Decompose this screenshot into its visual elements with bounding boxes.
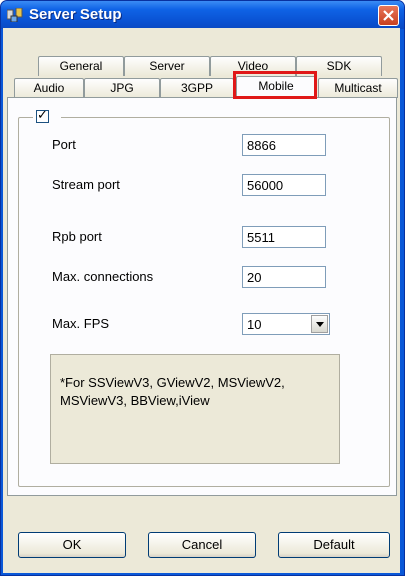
ok-label: OK — [62, 537, 82, 552]
rpb-port-value: 5511 — [247, 230, 275, 245]
tab-label: SDK — [326, 59, 352, 73]
rpb-port-input[interactable]: 5511 — [242, 226, 326, 248]
app-server-icon — [7, 8, 23, 22]
stream-port-input[interactable]: 56000 — [242, 174, 326, 196]
port-label: Port — [52, 137, 76, 152]
tab-label: JPG — [110, 81, 134, 95]
chevron-down-icon[interactable] — [311, 315, 328, 333]
tab-multicast[interactable]: Multicast — [318, 78, 398, 98]
stream-port-label: Stream port — [52, 177, 120, 192]
tab-3gpp[interactable]: 3GPP — [160, 78, 234, 98]
tab-audio[interactable]: Audio — [14, 78, 84, 98]
tab-label: Server — [149, 59, 185, 73]
tab-label: Multicast — [334, 81, 382, 95]
window-title: Server Setup — [29, 6, 122, 23]
rpb-port-label: Rpb port — [52, 229, 102, 244]
mobile-enable-checkbox[interactable]: ✓ — [36, 107, 49, 123]
max-fps-value: 10 — [247, 317, 262, 332]
title-bar[interactable]: Server Setup — [1, 1, 404, 29]
max-fps-label: Max. FPS — [52, 316, 110, 331]
port-input[interactable]: 8866 — [242, 134, 326, 156]
max-connections-value: 20 — [247, 270, 262, 285]
check-mark: ✓ — [37, 107, 48, 122]
stream-port-value: 56000 — [247, 178, 284, 193]
close-icon — [383, 10, 394, 21]
close-button[interactable] — [378, 5, 399, 26]
tab-jpg[interactable]: JPG — [84, 78, 160, 98]
max-connections-label: Max. connections — [52, 269, 154, 284]
port-value: 8866 — [247, 138, 276, 153]
tab-label: 3GPP — [180, 81, 213, 95]
tab-general[interactable]: General — [38, 56, 124, 76]
max-connections-input[interactable]: 20 — [242, 266, 326, 288]
tab-label: General — [59, 59, 103, 73]
ok-button[interactable]: OK — [18, 532, 126, 558]
default-label: Default — [313, 537, 355, 552]
cancel-button[interactable]: Cancel — [148, 532, 256, 558]
compatibility-note: *For SSViewV3, GViewV2, MSViewV2, MSView… — [60, 375, 285, 408]
max-fps-select[interactable]: 10 — [242, 313, 330, 335]
mobile-tab-highlight — [233, 71, 317, 99]
cancel-label: Cancel — [181, 537, 223, 552]
default-button[interactable]: Default — [278, 532, 390, 558]
tab-server[interactable]: Server — [124, 56, 210, 76]
tab-label: Audio — [33, 81, 65, 95]
